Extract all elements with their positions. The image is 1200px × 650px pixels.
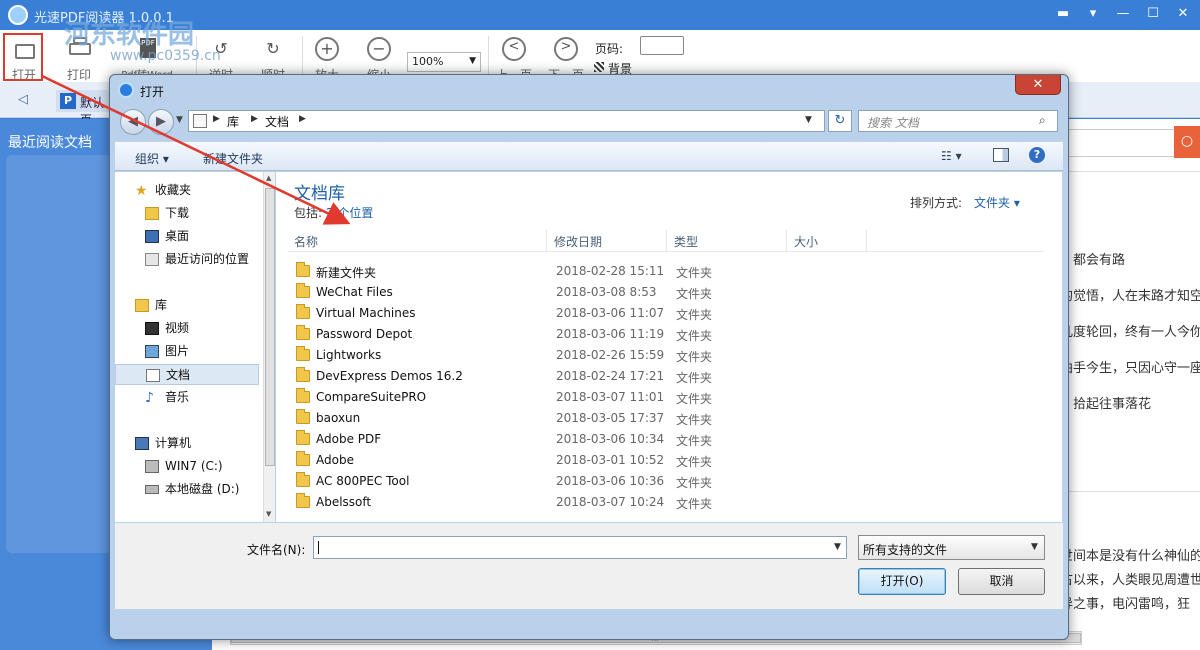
annotation-arrow xyxy=(41,74,351,225)
